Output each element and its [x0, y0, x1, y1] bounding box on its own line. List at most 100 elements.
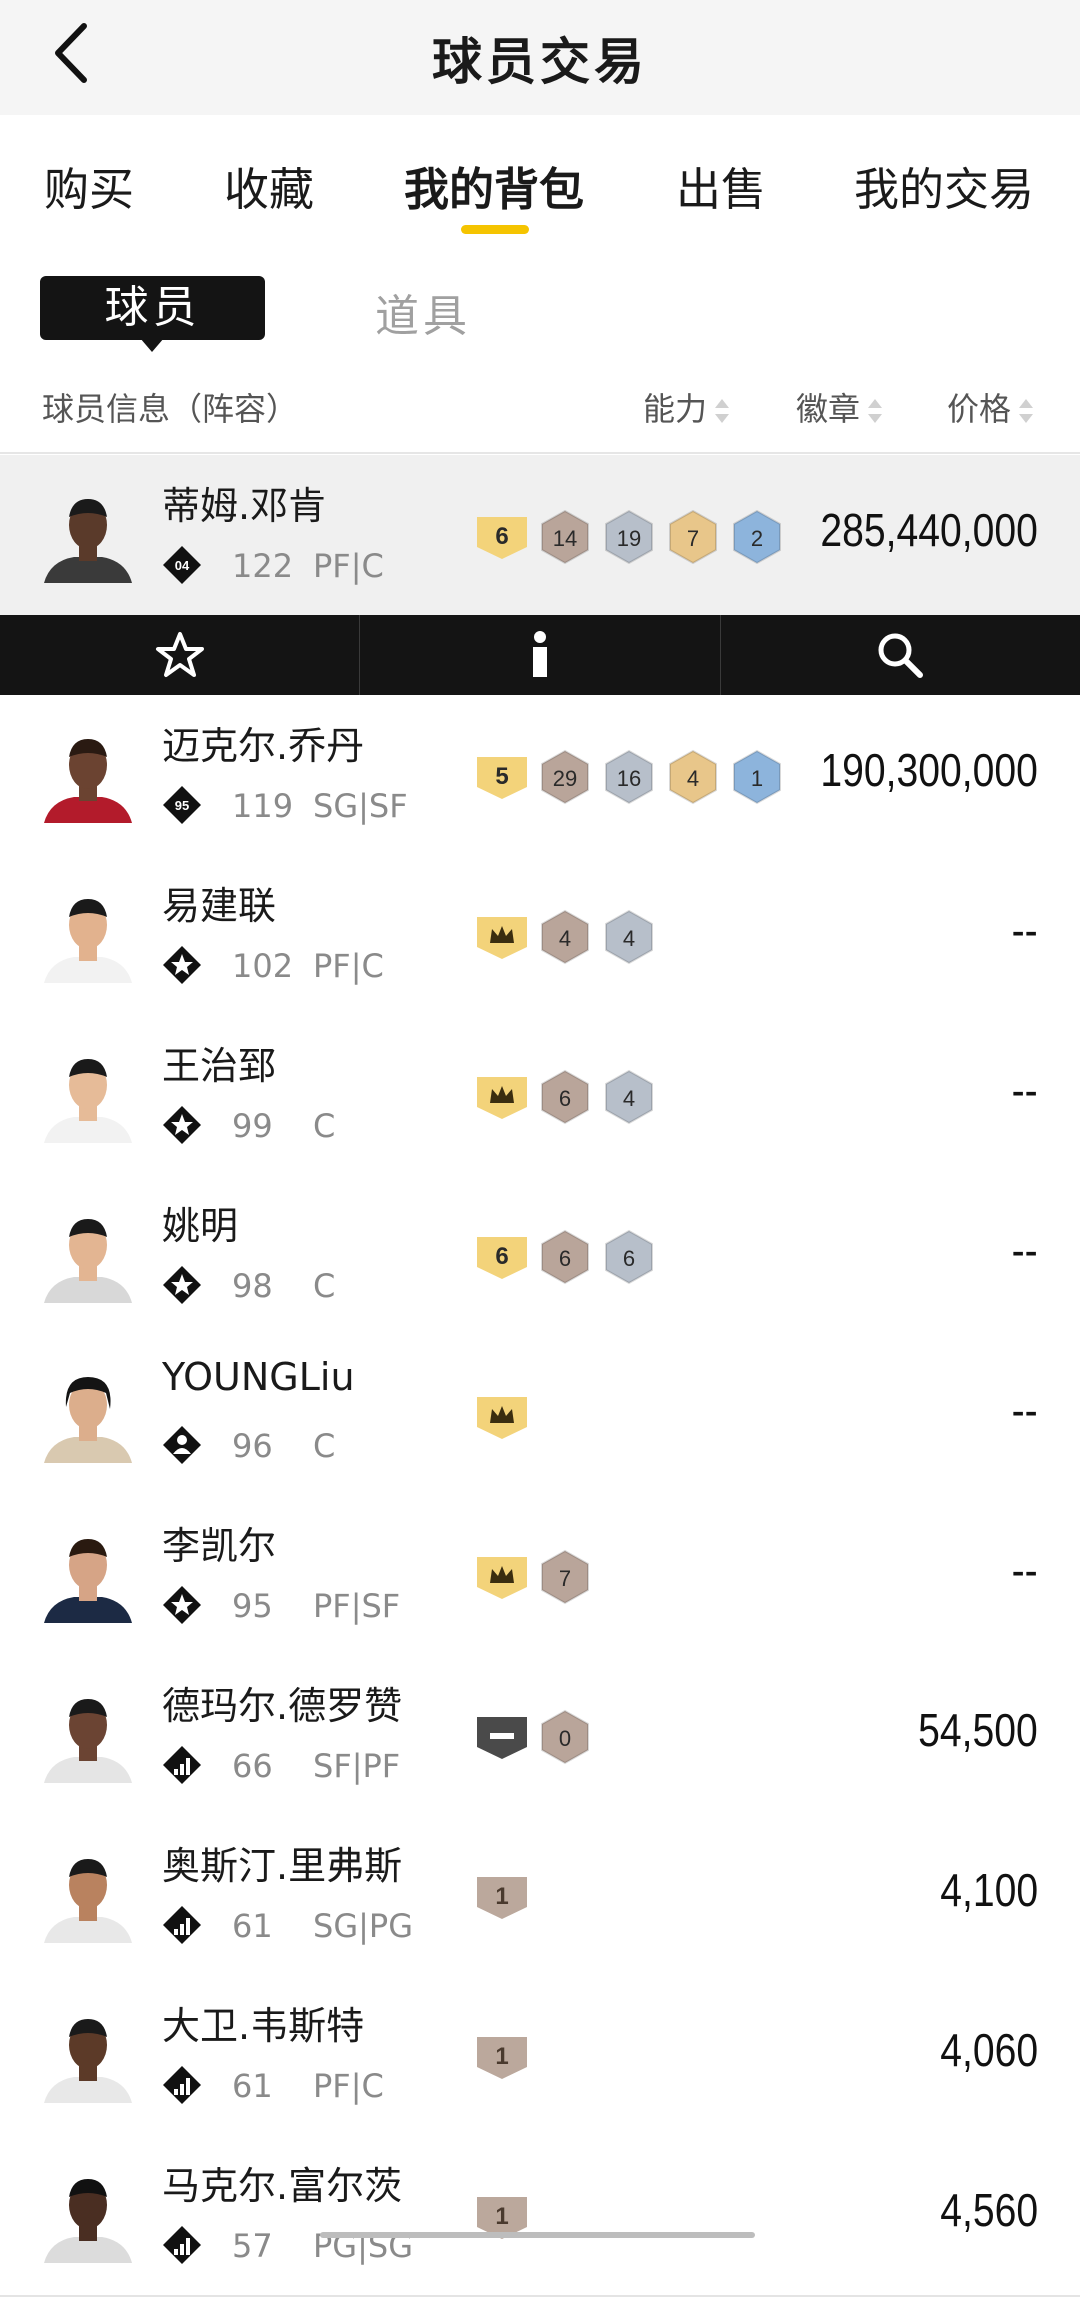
ability-badge: 6 — [477, 1237, 527, 1279]
player-row[interactable]: 易建联 102 PF|C 4 4 -- — [0, 855, 1080, 1017]
player-position: SG|SF — [313, 787, 408, 825]
active-tab-indicator — [461, 225, 529, 234]
tier-star-icon — [163, 1106, 201, 1144]
ability-badge: 1 — [477, 2037, 527, 2079]
silver-hex-badge: 19 — [605, 509, 653, 565]
segment-items[interactable]: 道具 — [375, 280, 471, 344]
player-price: 54,500 — [918, 1704, 1038, 1756]
tier-bars-icon — [163, 2066, 201, 2104]
info-icon — [532, 631, 547, 677]
tab-my-trades[interactable]: 我的交易 — [854, 153, 1034, 218]
column-price[interactable]: 价格 — [947, 384, 1034, 430]
tab-sell[interactable]: 出售 — [676, 153, 766, 218]
svg-text:6: 6 — [495, 523, 508, 550]
player-row[interactable]: 大卫.韦斯特 61 PF|C 1 4,060 — [0, 1975, 1080, 2137]
player-row[interactable]: 德玛尔.德罗赞 66 SF|PF 0 54,500 — [0, 1655, 1080, 1817]
player-row[interactable]: YOUNGLiu 96 C -- — [0, 1335, 1080, 1497]
svg-text:7: 7 — [687, 526, 699, 551]
ability-badge — [477, 1077, 527, 1119]
player-rating: 119 — [232, 787, 294, 825]
player-avatar — [44, 1377, 132, 1463]
sort-icon — [868, 398, 883, 424]
bronze-hex-badge: 4 — [541, 909, 589, 965]
player-position: SF|PF — [313, 1747, 401, 1785]
player-row[interactable]: 迈克尔.乔丹 95 119 SG|SF 5 29 16 4 1 190,300,000 — [0, 695, 1080, 857]
tier-star-icon — [163, 1266, 201, 1304]
player-row[interactable]: 蒂姆.邓肯 04 122 PF|C 6 14 19 7 2 285,440,000 — [0, 455, 1080, 617]
svg-text:1: 1 — [495, 1883, 508, 1910]
badge-group: 6 6 6 — [475, 1227, 657, 1287]
badge-group: 1 — [475, 1867, 529, 1927]
search-icon — [878, 633, 924, 678]
player-rating: 61 — [232, 2067, 273, 2105]
column-ability-label: 能力 — [643, 390, 708, 428]
player-rating: 122 — [232, 547, 294, 585]
player-row[interactable]: 马克尔.富尔茨 57 PG|SG 1 4,560 — [0, 2135, 1080, 2297]
badge-group: 1 — [475, 2187, 529, 2247]
column-price-label: 价格 — [947, 390, 1012, 428]
player-name: 大卫.韦斯特 — [162, 2004, 365, 2048]
player-row[interactable]: 奥斯汀.里弗斯 61 SG|PG 1 4,100 — [0, 1815, 1080, 1977]
column-badges[interactable]: 徽章 — [796, 384, 883, 430]
svg-text:0: 0 — [559, 1726, 571, 1751]
player-rating: 57 — [232, 2227, 273, 2265]
svg-text:6: 6 — [559, 1246, 571, 1271]
badge-group — [475, 1387, 529, 1447]
top-bar: 球员交易 — [0, 0, 1080, 115]
tab-favorites[interactable]: 收藏 — [224, 153, 314, 218]
tier-person-icon — [163, 1426, 201, 1464]
tier-bars-icon — [163, 1906, 201, 1944]
svg-text:1: 1 — [495, 2043, 508, 2070]
info-button[interactable] — [360, 615, 721, 695]
player-rating: 96 — [232, 1427, 273, 1465]
tab-buy[interactable]: 购买 — [44, 153, 134, 218]
ability-badge — [477, 1717, 527, 1759]
svg-text:1: 1 — [495, 2203, 508, 2230]
column-badges-label: 徽章 — [796, 390, 861, 428]
silver-hex-badge: 4 — [605, 909, 653, 965]
player-row[interactable]: 王治郅 99 C 6 4 -- — [0, 1015, 1080, 1177]
favorite-button[interactable] — [0, 615, 361, 695]
svg-text:4: 4 — [623, 926, 635, 951]
blue-hex-badge: 1 — [733, 749, 781, 805]
player-avatar — [44, 739, 132, 823]
sort-icon — [715, 398, 730, 424]
badge-group: 44 — [475, 907, 657, 967]
svg-text:6: 6 — [559, 1086, 571, 1111]
search-button[interactable] — [721, 615, 1080, 695]
player-position: SG|PG — [313, 1907, 413, 1945]
hof-hex-badge: 7 — [669, 509, 717, 565]
svg-text:04: 04 — [175, 558, 190, 573]
player-rating: 61 — [232, 1907, 273, 1945]
player-rating: 102 — [232, 947, 294, 985]
tier-number-icon: 95 — [163, 786, 201, 824]
row-action-bar — [0, 615, 1080, 695]
badge-group: 1 — [475, 2027, 529, 2087]
bronze-hex-badge: 0 — [541, 1709, 589, 1765]
column-ability[interactable]: 能力 — [643, 384, 730, 430]
player-avatar — [44, 2019, 132, 2103]
bronze-hex-badge: 7 — [541, 1549, 589, 1605]
svg-text:29: 29 — [553, 766, 577, 791]
ability-badge — [477, 1397, 527, 1439]
player-avatar — [44, 1219, 132, 1303]
tab-my-backpack[interactable]: 我的背包 — [404, 153, 584, 218]
player-row[interactable]: 姚明 98 C 6 6 6 -- — [0, 1175, 1080, 1337]
bronze-hex-badge: 29 — [541, 749, 589, 805]
player-price: -- — [1011, 904, 1038, 956]
sort-icon — [1019, 398, 1034, 424]
svg-text:4: 4 — [559, 926, 571, 951]
segment-players[interactable]: 球员 — [40, 276, 265, 340]
player-rating: 95 — [232, 1587, 273, 1625]
player-avatar — [44, 2179, 132, 2263]
player-name: 德玛尔.德罗赞 — [162, 1684, 403, 1728]
player-price: 4,100 — [940, 1864, 1038, 1916]
player-position: PF|C — [313, 947, 384, 985]
player-row[interactable]: 李凯尔 95 PF|SF 7 -- — [0, 1495, 1080, 1657]
player-avatar — [44, 1859, 132, 1943]
tier-star-icon — [163, 946, 201, 984]
player-rating: 98 — [232, 1267, 273, 1305]
player-price: 190,300,000 — [820, 744, 1038, 796]
silver-hex-badge: 16 — [605, 749, 653, 805]
scrollbar[interactable] — [320, 2232, 755, 2238]
